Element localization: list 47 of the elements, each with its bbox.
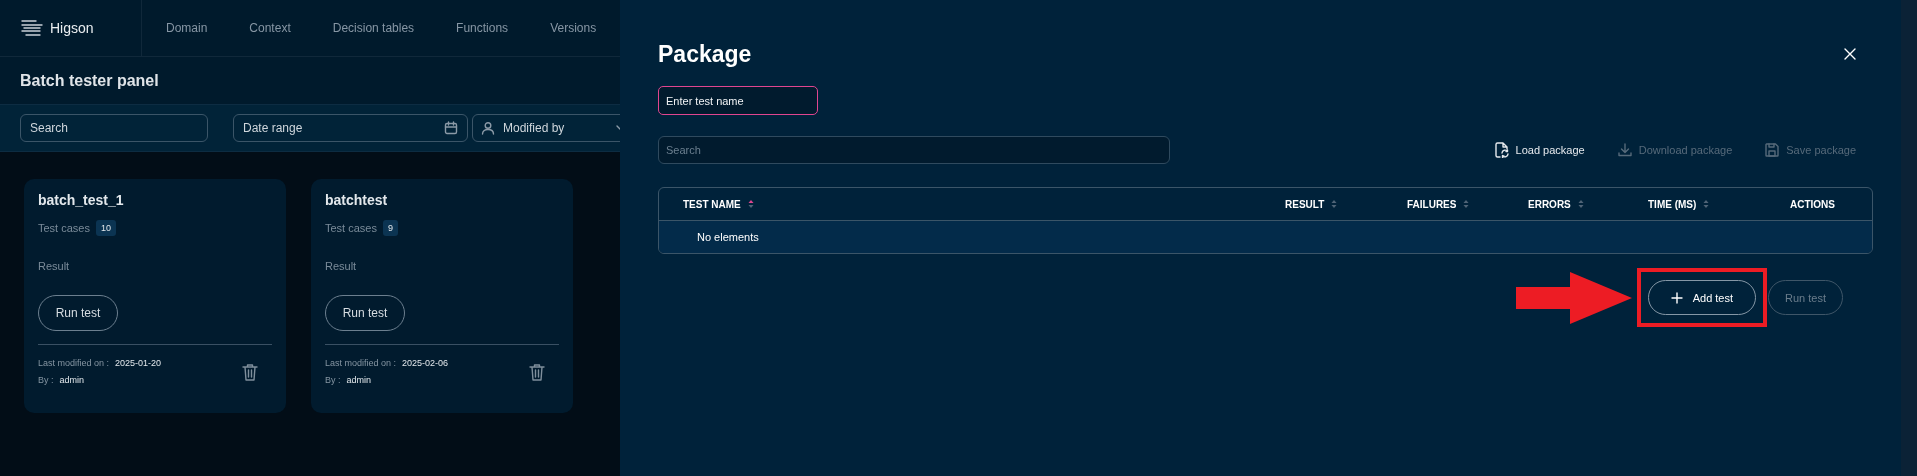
author-label: By : (38, 374, 54, 387)
modified-label: Last modified on : (38, 357, 110, 370)
test-cases-label: Test cases (325, 222, 377, 234)
plus-icon (1670, 291, 1683, 304)
search-field[interactable]: Search (20, 114, 208, 142)
nav-link[interactable]: Domain (142, 21, 229, 35)
load-package-button[interactable]: Load package (1493, 142, 1585, 158)
result-label: Result (38, 260, 71, 272)
author-label: By : (325, 374, 341, 387)
test-name-field[interactable]: Enter test name (658, 86, 818, 115)
column-header[interactable]: RESULT (1285, 198, 1407, 210)
author-name: admin (346, 374, 372, 387)
logo-text: Higson (50, 20, 94, 36)
close-icon[interactable] (1843, 47, 1857, 61)
date-range-field[interactable]: Date range (233, 114, 468, 142)
column-header[interactable]: TEST NAME (659, 198, 1285, 210)
modified-date: 2025-01-20 (115, 357, 162, 370)
column-header[interactable]: TIME (MS) (1648, 198, 1790, 210)
modified-by-dropdown[interactable]: Modified by (472, 114, 620, 142)
card-title: batchtest (325, 192, 389, 208)
modified-label: Last modified on : (325, 357, 397, 370)
author-name: admin (59, 374, 85, 387)
nav-link[interactable]: Context (228, 21, 312, 35)
download-icon (1616, 142, 1633, 158)
file-refresh-icon (1493, 142, 1510, 158)
nav-link[interactable]: Versions (529, 21, 618, 35)
save-icon (1764, 142, 1781, 158)
empty-message: No elements (697, 231, 759, 243)
count-badge: 10 (95, 220, 116, 236)
user-icon (481, 121, 495, 135)
column-header[interactable]: ACTIONS (1790, 198, 1872, 210)
nav-link[interactable]: Functions (435, 21, 530, 35)
test-cases-label: Test cases (38, 222, 90, 234)
calendar-icon (444, 121, 458, 135)
card-title: batch_test_1 (38, 192, 125, 208)
logo-icon (21, 19, 43, 37)
count-badge: 9 (382, 220, 398, 236)
page-title: Batch tester panel (20, 71, 159, 90)
modified-date: 2025-02-06 (402, 357, 449, 370)
search-field[interactable]: Search (658, 136, 1170, 164)
nav-link[interactable]: Decision tables (311, 21, 436, 35)
delete-icon[interactable] (529, 363, 545, 381)
column-header[interactable]: FAILURES (1407, 198, 1528, 210)
result-label: Result (325, 260, 358, 272)
panel-title: Package (658, 40, 752, 68)
delete-icon[interactable] (242, 363, 258, 381)
column-header[interactable]: ERRORS (1528, 198, 1648, 210)
